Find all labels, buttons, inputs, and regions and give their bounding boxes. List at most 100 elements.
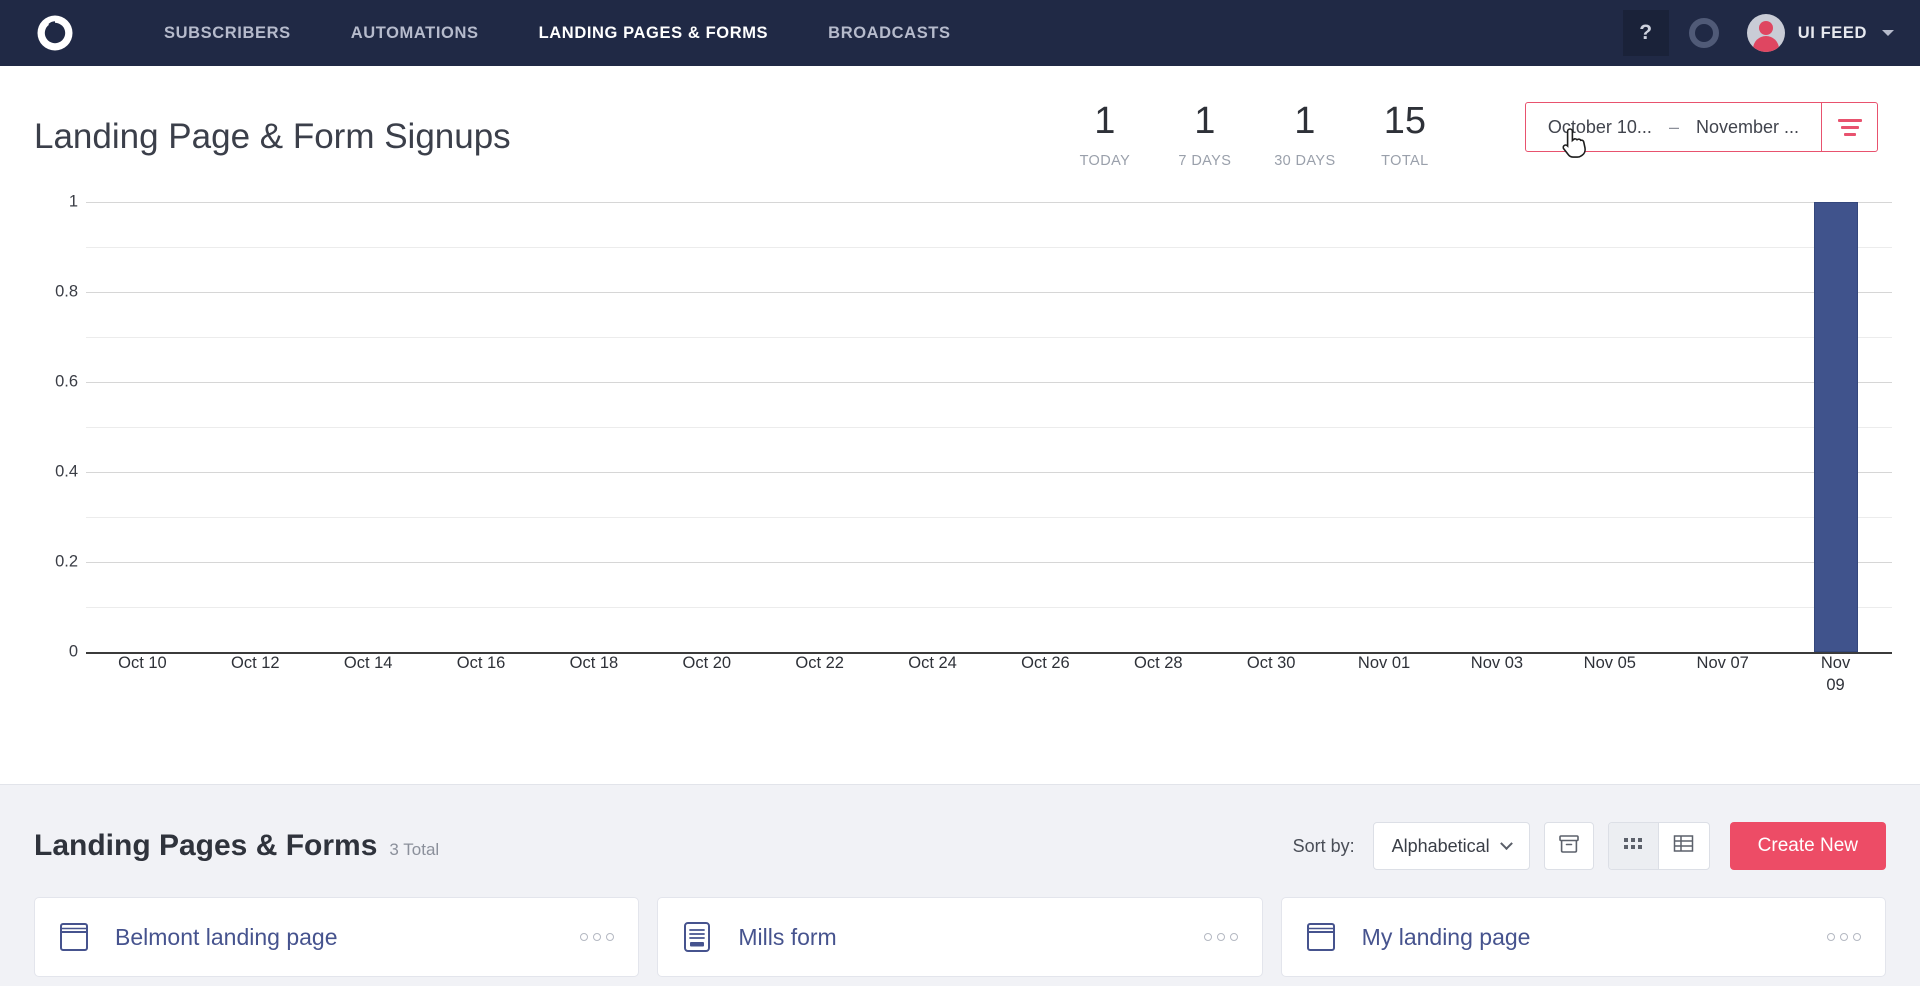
x-axis-labels: Oct 10 Oct 12 Oct 14 Oct 16 Oct 18 Oct 20 Oct … <box>86 652 1892 697</box>
stat-value: 1 <box>1194 100 1216 142</box>
grid-view-icon <box>1623 836 1643 857</box>
stat-value: 1 <box>1094 100 1116 142</box>
chart-bar-slot[interactable] <box>989 202 1102 652</box>
landing-pages-card-list: Belmont landing page Mills form My landing… <box>34 897 1886 977</box>
chevron-down-icon <box>1882 30 1894 36</box>
stat-label: 7 DAYS <box>1178 153 1232 169</box>
table-view-icon <box>1673 834 1694 858</box>
nav-link-automations[interactable]: AUTOMATIONS <box>321 2 509 65</box>
chart-bars <box>86 202 1892 652</box>
card-title: Belmont landing page <box>115 923 338 950</box>
page-header: Landing Page & Form Signups 1 TODAY 1 7 … <box>0 66 1920 178</box>
chart-bar-slot[interactable] <box>538 202 651 652</box>
signups-chart: 1 0.8 0.6 0.4 0.2 0 Oct 10 Oct 12 Oct 14 Oct 16 O… <box>0 178 1920 778</box>
chart-bar-slot[interactable] <box>1779 202 1892 652</box>
stat-label: TODAY <box>1079 153 1131 169</box>
chart-bar-slot[interactable] <box>876 202 989 652</box>
chart-bar-slot[interactable] <box>1215 202 1328 652</box>
chart-bar-slot[interactable] <box>86 202 199 652</box>
chart-bar-slot[interactable] <box>312 202 425 652</box>
help-button[interactable]: ? <box>1622 10 1669 56</box>
nav-link-subscribers[interactable]: SUBSCRIBERS <box>134 2 321 65</box>
x-axis-tick-label: Oct 30 <box>1246 654 1296 672</box>
date-range-start: October 10... <box>1547 116 1652 137</box>
stats-group: 1 TODAY 1 7 DAYS 1 30 DAYS 15 TOTAL <box>1055 102 1455 169</box>
date-range-text[interactable]: October 10... – November ... <box>1526 103 1821 151</box>
x-axis-tick-label: Nov 03 <box>1470 654 1524 672</box>
chart-bar-slot[interactable] <box>763 202 876 652</box>
x-axis-tick-label: Oct 16 <box>456 654 506 672</box>
chart-bar-slot[interactable] <box>1666 202 1779 652</box>
x-axis-tick-label: Nov 09 <box>1820 654 1851 695</box>
landing-page-icon <box>1306 921 1340 953</box>
chevron-down-icon <box>1499 836 1513 850</box>
filter-lines-icon[interactable] <box>1821 103 1877 151</box>
chart-plot-area: 1 0.8 0.6 0.4 0.2 0 <box>55 193 1892 661</box>
page-title: Landing Page & Form Signups <box>34 117 511 156</box>
panel-title: Landing Pages & Forms <box>34 829 378 862</box>
card-title: My landing page <box>1361 923 1531 950</box>
stat-total: 15 TOTAL <box>1355 102 1455 169</box>
date-range-picker[interactable]: October 10... – November ... <box>1524 102 1878 158</box>
stat-value: 1 <box>1294 100 1316 142</box>
panel-header: Landing Pages & Forms 3 Total Sort by: A… <box>34 815 1886 877</box>
chart-bar[interactable] <box>1813 202 1858 652</box>
archive-button[interactable] <box>1543 822 1594 870</box>
sort-by-label: Sort by: <box>1292 835 1355 856</box>
y-axis-tick-label: 0.8 <box>55 282 78 301</box>
x-axis-tick-label: Oct 14 <box>343 654 393 672</box>
stat-value: 15 <box>1383 100 1427 142</box>
x-axis-tick-label: Oct 18 <box>569 654 619 672</box>
landing-page-card[interactable]: My landing page <box>1280 897 1886 977</box>
landing-page-icon <box>59 921 93 953</box>
chart-bar-slot[interactable] <box>650 202 763 652</box>
chart-bar-slot[interactable] <box>1553 202 1666 652</box>
form-icon <box>682 921 716 953</box>
landing-pages-panel: Landing Pages & Forms 3 Total Sort by: A… <box>0 785 1920 986</box>
landing-page-card[interactable]: Mills form <box>657 897 1263 977</box>
x-axis-tick-label: Oct 24 <box>908 654 957 672</box>
sort-by-select[interactable]: Alphabetical <box>1372 822 1530 870</box>
grid-view-button[interactable] <box>1608 823 1659 869</box>
x-axis-tick-label: Oct 12 <box>231 654 280 672</box>
chart-bar-slot[interactable] <box>199 202 312 652</box>
x-axis-tick-label: Oct 28 <box>1134 654 1183 672</box>
stat-label: TOTAL <box>1381 153 1429 169</box>
date-range-end: November ... <box>1695 116 1799 137</box>
ellipsis-icon[interactable] <box>1203 933 1238 941</box>
header-right: 1 TODAY 1 7 DAYS 1 30 DAYS 15 TOTAL Octo… <box>1055 102 1878 169</box>
chart-bar-slot[interactable] <box>425 202 538 652</box>
chart-bar-slot[interactable] <box>1102 202 1215 652</box>
y-axis-tick-label: 0.2 <box>55 552 78 571</box>
convertkit-logo-icon[interactable] <box>34 12 76 54</box>
create-new-button[interactable]: Create New <box>1729 822 1886 870</box>
date-range-dash: – <box>1668 116 1679 137</box>
account-name: UI FEED <box>1797 23 1867 42</box>
x-axis-tick-label: Oct 20 <box>682 654 732 672</box>
chart-bar-slot[interactable] <box>1328 202 1441 652</box>
panel-title-group: Landing Pages & Forms 3 Total <box>34 829 439 863</box>
view-toggle-group <box>1607 822 1710 870</box>
landing-page-card[interactable]: Belmont landing page <box>34 897 640 977</box>
stat-30-days: 1 30 DAYS <box>1255 102 1355 169</box>
nav-link-broadcasts[interactable]: BROADCASTS <box>798 2 980 65</box>
table-view-button[interactable] <box>1659 823 1709 869</box>
stat-label: 30 DAYS <box>1274 153 1336 169</box>
chart-bar-slot[interactable] <box>1441 202 1554 652</box>
nav-link-landing-pages-and-forms[interactable]: LANDING PAGES & FORMS <box>509 2 799 65</box>
y-axis-labels: 1 0.8 0.6 0.4 0.2 0 <box>28 193 78 661</box>
panel-count: 3 Total <box>389 840 440 859</box>
panel-toolbar: Sort by: Alphabetical Create New <box>1293 822 1886 870</box>
ellipsis-icon[interactable] <box>580 933 615 941</box>
stat-today: 1 TODAY <box>1055 102 1155 169</box>
x-axis-tick-label: Nov 07 <box>1696 654 1749 672</box>
x-axis-tick-label: Oct 26 <box>1021 654 1070 672</box>
account-menu[interactable]: UI FEED <box>1739 14 1894 52</box>
x-axis-tick-label: Nov 01 <box>1357 654 1411 672</box>
ellipsis-icon[interactable] <box>1826 933 1861 941</box>
x-axis-tick-label: Oct 10 <box>118 654 167 672</box>
y-axis-tick-label: 0.6 <box>55 372 78 391</box>
circle-progress-icon[interactable] <box>1688 18 1719 48</box>
nav-right-cluster: ? UI FEED <box>1622 10 1894 56</box>
stat-7-days: 1 7 DAYS <box>1155 102 1255 169</box>
